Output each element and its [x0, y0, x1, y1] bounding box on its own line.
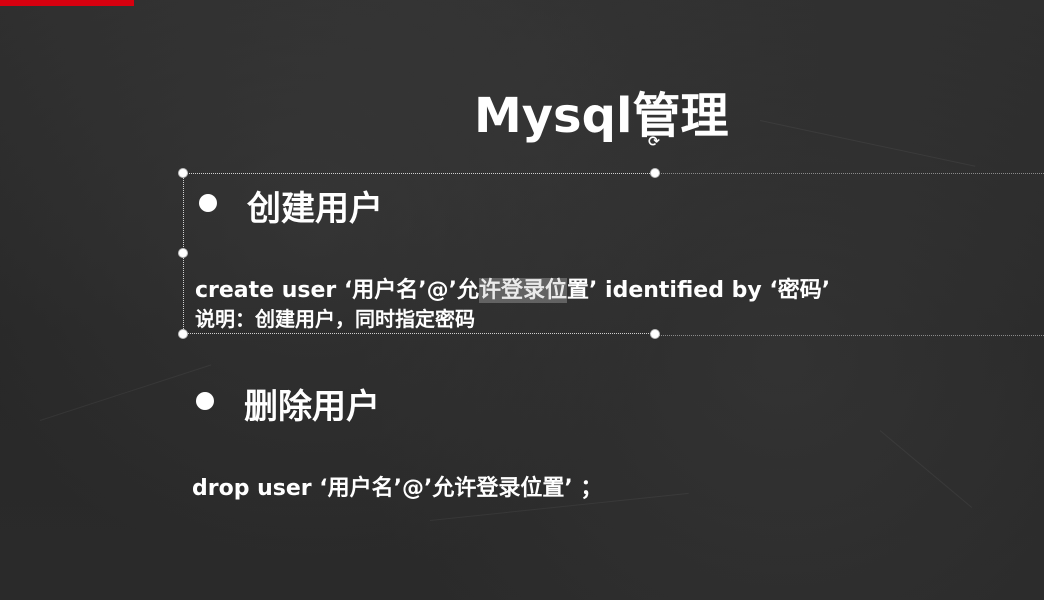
- resize-handle-top-middle[interactable]: [650, 168, 660, 178]
- selection-guide-extension: [655, 173, 1044, 336]
- resize-handle-middle-left[interactable]: [178, 248, 188, 258]
- slide-title: Mysql管理: [474, 88, 729, 144]
- section-heading-drop-user: 删除用户: [244, 387, 380, 427]
- resize-handle-bottom-left[interactable]: [178, 329, 188, 339]
- selected-text-highlight: 许登录位: [479, 278, 568, 303]
- resize-handle-top-left[interactable]: [178, 168, 188, 178]
- section-heading-create-user: 创建用户: [247, 189, 383, 229]
- red-accent-bar: [0, 0, 134, 6]
- create-user-syntax: create user ‘用户名’@’允许登录位置’ identified by…: [195, 272, 830, 304]
- create-user-description: 说明：创建用户，同时指定密码: [195, 307, 475, 331]
- text-box-selection-bottom: [183, 333, 655, 334]
- create-user-syntax-part2: 置’ identified by ‘密码’: [567, 278, 831, 303]
- bullet-icon: [199, 194, 217, 212]
- rotate-handle-icon[interactable]: ⟳: [646, 134, 662, 150]
- resize-handle-bottom-middle[interactable]: [650, 329, 660, 339]
- bullet-icon: [196, 392, 214, 410]
- drop-user-syntax: drop user ‘用户名’@’允许登录位置’ ；: [192, 476, 603, 501]
- create-user-syntax-part1: create user ‘用户名’@’允: [195, 278, 480, 303]
